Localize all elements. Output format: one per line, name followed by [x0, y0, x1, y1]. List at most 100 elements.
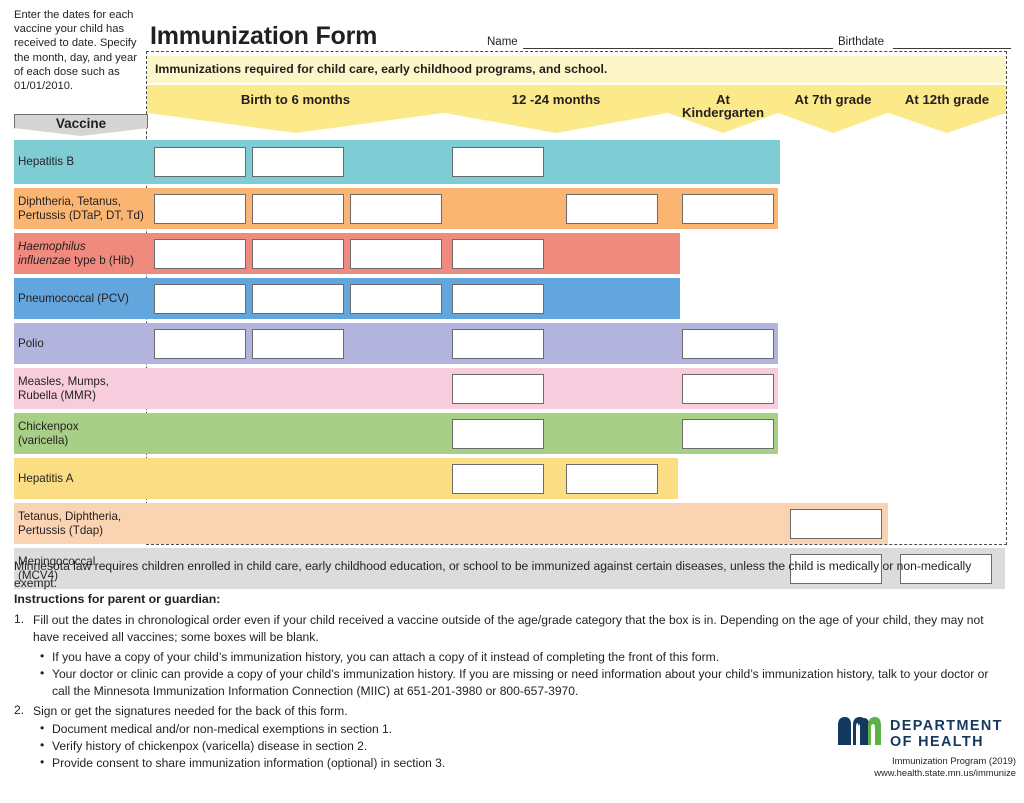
vaccine-name-line: Tetanus, Diphtheria,	[18, 509, 122, 523]
instruction-bullet-text: Document medical and/or non-medical exem…	[52, 722, 393, 736]
vaccine-name-cell: Chickenpox (varicella)	[14, 413, 148, 454]
vaccine-name-cell: Measles, Mumps, Rubella (MMR)	[14, 368, 148, 409]
age-group-column-4: At 7th grade	[778, 85, 888, 133]
vaccine-name-line: Pertussis (Tdap)	[18, 523, 104, 537]
dose-date-input[interactable]	[682, 373, 774, 404]
age-group-label: At 12th grade	[904, 92, 990, 107]
immunization-table: Hepatitis B Diphtheria, Tetanus, Pertussis…	[0, 140, 1024, 593]
vaccine-name-line: Measles, Mumps,	[18, 374, 109, 388]
table-row: Hepatitis A	[0, 458, 1024, 499]
vaccine-name-line: Haemophilus	[18, 239, 86, 253]
logo-url-text[interactable]: www.health.state.mn.us/immunize	[838, 767, 1016, 779]
dose-date-input[interactable]	[154, 328, 246, 359]
dose-date-input[interactable]	[452, 328, 544, 359]
dose-date-input[interactable]	[154, 147, 246, 177]
bullet-icon: •	[40, 755, 45, 769]
vaccine-name-line: influenzae type b (Hib)	[18, 253, 135, 267]
table-row: Polio	[0, 323, 1024, 364]
dose-date-input[interactable]	[682, 328, 774, 359]
age-group-column-5: At 12th grade	[888, 85, 1006, 133]
dose-date-input[interactable]	[252, 283, 344, 314]
dose-date-input[interactable]	[350, 193, 442, 224]
vaccine-name-line: Chickenpox	[18, 419, 79, 433]
instruction-bullet-text: Provide consent to share immunization in…	[52, 756, 446, 770]
vaccine-name-line: Polio	[18, 336, 44, 350]
instruction-bullet-text: If you have a copy of your child’s immun…	[52, 650, 720, 664]
instruction-bullet-text: Verify history of chickenpox (varicella)…	[52, 739, 368, 753]
age-group-column-2: 12 -24 months	[444, 85, 668, 133]
vaccine-name-line: (varicella)	[18, 433, 69, 447]
vaccine-name-cell: Hepatitis A	[14, 458, 148, 499]
dose-date-input[interactable]	[350, 238, 442, 269]
name-input[interactable]	[523, 48, 833, 49]
vaccine-name-cell: Hepatitis B	[14, 140, 148, 184]
bullet-icon: •	[40, 721, 45, 735]
bullet-icon: •	[40, 649, 45, 663]
instruction-number: 1.	[14, 612, 25, 626]
logo-program-text: Immunization Program (2019)	[891, 755, 1016, 766]
vaccine-name-cell: Polio	[14, 323, 148, 364]
vaccine-name-cell: Haemophilus influenzae type b (Hib)	[14, 233, 148, 274]
vaccine-name-line: Hepatitis A	[18, 471, 74, 485]
table-row: Chickenpox (varicella)	[0, 413, 1024, 454]
dose-date-input[interactable]	[452, 147, 544, 177]
vaccine-name-cell: Diphtheria, Tetanus, Pertussis (DTaP, DT,…	[14, 188, 148, 229]
age-group-label: At Kindergarten	[681, 92, 765, 120]
table-row: Diphtheria, Tetanus, Pertussis (DTaP, DT,…	[0, 188, 1024, 229]
dose-date-input[interactable]	[790, 508, 882, 539]
mdh-logo-block: DEPARTMENT OF HEALTH Immunization Progra…	[838, 716, 1016, 779]
dose-date-input[interactable]	[452, 463, 544, 494]
dose-date-input[interactable]	[452, 418, 544, 449]
vaccine-name-line: Rubella (MMR)	[18, 388, 96, 402]
birthdate-input[interactable]	[893, 48, 1011, 49]
age-group-label: At 7th grade	[794, 92, 872, 107]
age-group-label: Birth to 6 months	[240, 92, 351, 107]
logo-department-line1: DEPARTMENT	[890, 717, 1003, 734]
table-row: Haemophilus influenzae type b (Hib)	[0, 233, 1024, 274]
dose-date-input[interactable]	[154, 283, 246, 314]
dose-date-input[interactable]	[154, 238, 246, 269]
age-group-column-1: Birth to 6 months	[147, 85, 444, 133]
bullet-icon: •	[40, 666, 45, 680]
dose-date-input[interactable]	[566, 463, 658, 494]
vaccine-age-range-bar	[148, 503, 888, 544]
logo-department-line2: OF HEALTH	[890, 733, 984, 750]
dose-date-input[interactable]	[252, 328, 344, 359]
mn-logo-icon	[838, 716, 882, 751]
table-row: Pneumococcal (PCV)	[0, 278, 1024, 319]
vaccine-column-header: Vaccine	[14, 114, 148, 136]
instruction-bullet-text: Your doctor or clinic can provide a copy…	[52, 667, 989, 699]
vaccine-name-line: Pertussis (DTaP, DT, Td)	[18, 208, 144, 222]
dose-date-input[interactable]	[154, 193, 246, 224]
dose-date-input[interactable]	[566, 193, 658, 224]
dose-date-input[interactable]	[252, 147, 344, 177]
instruction-text: Fill out the dates in chronological orde…	[33, 613, 984, 645]
vaccine-name-line: Hepatitis B	[18, 155, 75, 168]
dose-date-input[interactable]	[252, 238, 344, 269]
table-row: Measles, Mumps, Rubella (MMR)	[0, 368, 1024, 409]
birthdate-field-label: Birthdate	[838, 36, 885, 48]
page-title: Immunization Form	[150, 22, 378, 50]
dose-date-input[interactable]	[452, 283, 544, 314]
vaccine-name-line: Diphtheria, Tetanus,	[18, 194, 121, 208]
dose-date-input[interactable]	[252, 193, 344, 224]
age-group-column-3: At Kindergarten	[668, 85, 778, 133]
age-group-header-row: Birth to 6 months 12 -24 months At Kinderga…	[147, 85, 1006, 133]
age-group-label: 12 -24 months	[511, 92, 601, 107]
requirement-banner: Immunizations required for child care, e…	[147, 56, 1006, 83]
vaccine-name-line: Pneumococcal (PCV)	[18, 291, 129, 305]
instructions-heading: Instructions for parent or guardian:	[14, 592, 221, 606]
dose-date-input[interactable]	[682, 418, 774, 449]
table-row: Hepatitis B	[0, 140, 1024, 184]
minnesota-law-text: Minnesota law requires children enrolled…	[14, 559, 972, 590]
dose-date-input[interactable]	[452, 373, 544, 404]
dose-date-input[interactable]	[350, 283, 442, 314]
dose-date-input[interactable]	[452, 238, 544, 269]
form-header-area: Enter the dates for each vaccine your ch…	[0, 0, 1024, 545]
vaccine-name-cell: Pneumococcal (PCV)	[14, 278, 148, 319]
instruction-number: 2.	[14, 703, 25, 717]
name-field-label: Name	[487, 36, 518, 48]
intro-instruction-note: Enter the dates for each vaccine your ch…	[14, 9, 137, 93]
table-row: Tetanus, Diphtheria, Pertussis (Tdap)	[0, 503, 1024, 544]
dose-date-input[interactable]	[682, 193, 774, 224]
